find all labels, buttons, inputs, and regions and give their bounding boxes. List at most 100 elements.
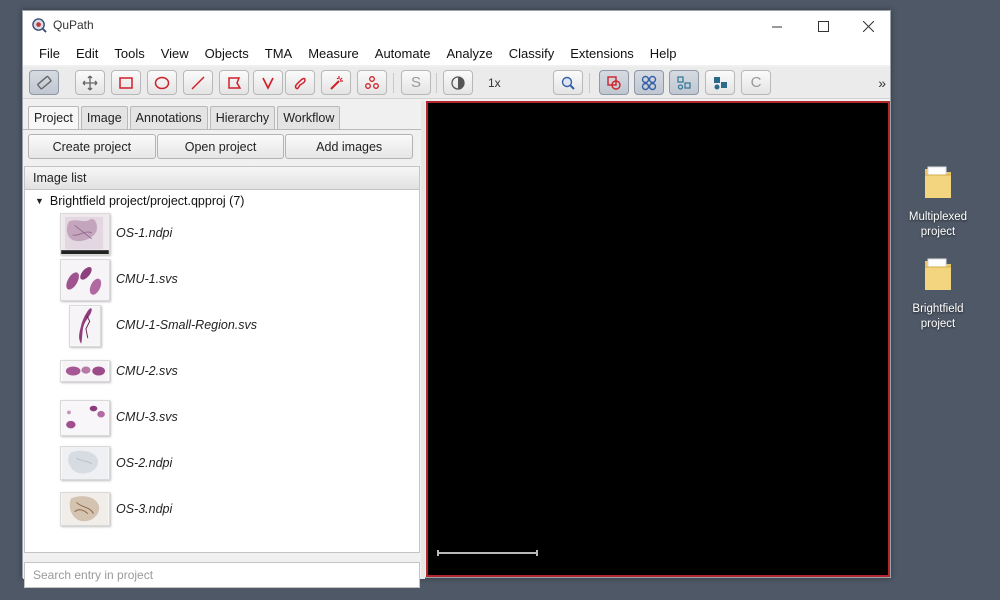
qupath-logo-icon <box>32 18 47 33</box>
selection-mode-button[interactable]: S <box>401 70 431 95</box>
ruler-tool-button[interactable] <box>29 70 59 95</box>
menu-help[interactable]: Help <box>642 46 685 61</box>
image-name: CMU-2.svs <box>116 364 178 378</box>
overflow-icon[interactable]: » <box>878 75 886 91</box>
ruler-icon <box>37 75 52 89</box>
toolbar-separator <box>393 73 394 93</box>
image-entry[interactable]: CMU-2.svs <box>60 350 390 394</box>
panel-splitter[interactable] <box>421 101 425 579</box>
project-actions: Create project Open project Add images <box>28 134 414 160</box>
project-tab-content: Create project Open project Add images I… <box>23 129 421 588</box>
add-images-button[interactable]: Add images <box>285 134 414 159</box>
close-button[interactable] <box>845 11 891 41</box>
desktop-icon-brightfield[interactable]: Brightfield project <box>898 255 978 332</box>
menu-extensions[interactable]: Extensions <box>562 46 642 61</box>
qupath-window: QuPath File Edit Tools View Objects TMA … <box>22 10 891 588</box>
toolbar-separator <box>589 73 590 93</box>
project-name: Brightfield project/project.qpproj (7) <box>49 194 245 208</box>
menu-measure[interactable]: Measure <box>300 46 367 61</box>
move-tool-button[interactable] <box>75 70 105 95</box>
image-thumbnail <box>60 446 110 480</box>
line-tool-button[interactable] <box>183 70 213 95</box>
minimize-button[interactable] <box>754 11 800 41</box>
tab-annotations[interactable]: Annotations <box>129 106 208 129</box>
menu-file[interactable]: File <box>31 46 68 61</box>
image-entry[interactable]: OS-2.ndpi <box>60 442 390 486</box>
scale-bar <box>437 550 538 556</box>
image-entry[interactable]: OS-1.ndpi <box>60 212 390 256</box>
brush-icon <box>294 77 306 89</box>
line-icon <box>191 75 205 90</box>
project-tree-root[interactable]: ▼ Brightfield project/project.qpproj (7) <box>35 194 244 208</box>
image-entry[interactable]: CMU-1.svs <box>60 258 390 302</box>
menu-edit[interactable]: Edit <box>68 46 106 61</box>
close-icon <box>862 20 874 32</box>
move-icon <box>82 75 98 90</box>
image-thumbnail <box>60 213 110 255</box>
points-tool-button[interactable] <box>357 70 387 95</box>
image-thumbnail <box>60 400 110 436</box>
brightness-contrast-button[interactable] <box>443 70 473 95</box>
wand-tool-button[interactable] <box>321 70 351 95</box>
menu-tma[interactable]: TMA <box>257 46 300 61</box>
polyline-tool-button[interactable] <box>253 70 283 95</box>
menu-classify[interactable]: Classify <box>501 46 563 61</box>
zoom-level: 1x <box>488 76 501 90</box>
image-thumbnail <box>60 492 110 526</box>
selection-mode-icon: S <box>410 74 421 91</box>
image-name: CMU-3.svs <box>116 410 178 424</box>
zoom-to-fit-icon <box>561 76 575 90</box>
title-bar[interactable]: QuPath <box>23 11 890 41</box>
tab-image[interactable]: Image <box>80 106 128 129</box>
wand-icon <box>330 75 343 90</box>
pixel-classification-button[interactable]: C <box>741 70 771 95</box>
image-thumbnail <box>60 259 110 301</box>
rectangle-tool-button[interactable] <box>111 70 141 95</box>
expand-arrow-icon[interactable]: ▼ <box>35 196 44 206</box>
menu-view[interactable]: View <box>153 46 197 61</box>
folder-icon <box>925 166 951 198</box>
toolbar: S 1x C » <box>23 67 890 99</box>
image-name: CMU-1-Small-Region.svs <box>116 318 257 332</box>
show-detections-button[interactable] <box>669 70 699 95</box>
search-input[interactable]: Search entry in project <box>24 562 420 588</box>
rectangle-icon <box>119 76 133 89</box>
image-list[interactable]: ▼ Brightfield project/project.qpproj (7)… <box>24 190 420 553</box>
polygon-tool-button[interactable] <box>219 70 249 95</box>
image-entry[interactable]: CMU-3.svs <box>60 396 390 440</box>
toolbar-separator <box>436 73 437 93</box>
image-viewer[interactable] <box>426 101 890 577</box>
maximize-button[interactable] <box>800 11 846 41</box>
image-thumbnail <box>60 360 110 382</box>
menu-analyze[interactable]: Analyze <box>438 46 500 61</box>
menu-bar: File Edit Tools View Objects TMA Measure… <box>23 41 890 65</box>
menu-tools[interactable]: Tools <box>106 46 152 61</box>
show-tma-grid-button[interactable] <box>634 70 664 95</box>
image-entry[interactable]: CMU-1-Small-Region.svs <box>60 304 390 348</box>
image-name: OS-2.ndpi <box>116 456 173 470</box>
desktop-icon-label: Brightfield project <box>912 303 964 330</box>
show-detections-icon <box>677 75 691 90</box>
create-project-button[interactable]: Create project <box>28 134 156 159</box>
fill-detections-icon <box>714 76 727 89</box>
show-annotations-button[interactable] <box>599 70 629 95</box>
ellipse-icon <box>154 76 170 89</box>
fill-detections-button[interactable] <box>705 70 735 95</box>
image-entry[interactable]: OS-3.ndpi <box>60 488 390 532</box>
image-name: OS-3.ndpi <box>116 502 173 516</box>
ellipse-tool-button[interactable] <box>147 70 177 95</box>
polygon-icon <box>228 76 242 89</box>
zoom-to-fit-button[interactable] <box>553 70 583 95</box>
desktop-icon-label: Multiplexed project <box>908 211 968 238</box>
tab-workflow[interactable]: Workflow <box>277 106 341 129</box>
open-project-button[interactable]: Open project <box>156 134 285 159</box>
brush-tool-button[interactable] <box>285 70 315 95</box>
tab-project[interactable]: Project <box>28 106 79 129</box>
tab-hierarchy[interactable]: Hierarchy <box>209 106 276 129</box>
maximize-icon <box>817 20 829 32</box>
show-annotations-icon <box>607 75 621 90</box>
desktop-icon-multiplexed[interactable]: Multiplexed project <box>898 163 978 240</box>
menu-automate[interactable]: Automate <box>367 46 439 61</box>
points-icon <box>365 75 379 89</box>
menu-objects[interactable]: Objects <box>197 46 257 61</box>
